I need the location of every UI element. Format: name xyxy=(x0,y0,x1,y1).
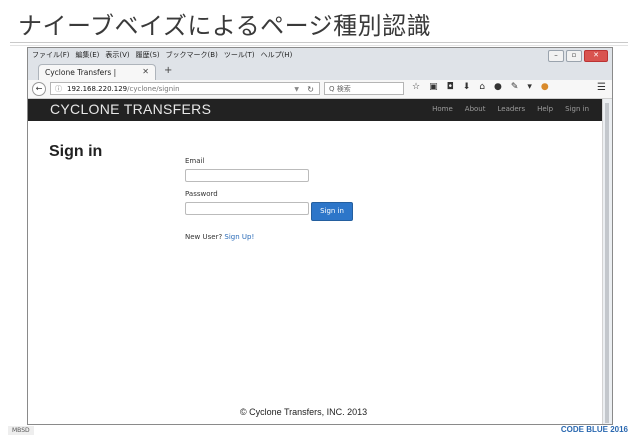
url-path: /cyclone/signin xyxy=(127,85,180,93)
star-icon[interactable]: ☆ xyxy=(412,82,420,92)
tab-strip: Cyclone Transfers | ✕ + xyxy=(28,62,612,80)
close-icon[interactable]: ✕ xyxy=(142,67,149,76)
menu-file[interactable]: ファイル(F) xyxy=(32,50,70,60)
navigation-toolbar: ← ⓘ 192.168.220.129/cyclone/signin ▼ ↻ Q… xyxy=(28,80,612,99)
menu-bar: ファイル(F) 編集(E) 表示(V) 履歴(S) ブックマーク(B) ツール(… xyxy=(28,48,612,62)
signup-link[interactable]: Sign Up! xyxy=(224,233,254,241)
menu-icon[interactable]: ☰ xyxy=(597,82,606,93)
nav-help[interactable]: Help xyxy=(537,105,553,113)
menu-help[interactable]: ヘルプ(H) xyxy=(261,50,293,60)
site-navbar: CYCLONE TRANSFERS Home About Leaders Hel… xyxy=(28,99,603,121)
addon-icon[interactable]: ● xyxy=(541,82,549,92)
nav-leaders[interactable]: Leaders xyxy=(498,105,526,113)
web-page: CYCLONE TRANSFERS Home About Leaders Hel… xyxy=(28,99,603,424)
chat-icon[interactable]: ● xyxy=(494,82,502,92)
close-window-button[interactable]: ✕ xyxy=(584,50,608,62)
title-divider-secondary xyxy=(10,45,628,46)
menu-tools[interactable]: ツール(T) xyxy=(224,50,255,60)
menu-history[interactable]: 履歴(S) xyxy=(136,50,160,60)
site-info-icon[interactable]: ⓘ xyxy=(55,83,62,96)
download-icon[interactable]: ⬇ xyxy=(463,82,471,92)
maximize-button[interactable]: ▫ xyxy=(566,50,582,62)
nav-about[interactable]: About xyxy=(465,105,486,113)
site-nav-links: Home About Leaders Help Sign in xyxy=(432,105,589,113)
menu-view[interactable]: 表示(V) xyxy=(105,50,129,60)
password-field[interactable] xyxy=(185,202,309,215)
reload-icon[interactable]: ↻ xyxy=(307,83,314,96)
new-user-text: New User? xyxy=(185,233,223,241)
scrollbar-thumb[interactable] xyxy=(605,103,609,423)
search-input[interactable]: Q 検索 xyxy=(324,82,404,95)
clipboard-icon[interactable]: ▣ xyxy=(429,82,438,92)
footer-badge-left: MBSD xyxy=(8,426,34,435)
page-footer: © Cyclone Transfers, INC. 2013 xyxy=(240,407,368,417)
url-host: 192.168.220.129 xyxy=(67,85,128,93)
home-icon[interactable]: ⌂ xyxy=(479,82,485,92)
email-label: Email xyxy=(185,157,205,165)
new-user-prompt: New User? Sign Up! xyxy=(185,233,254,241)
password-label: Password xyxy=(185,190,218,198)
new-tab-icon[interactable]: + xyxy=(164,65,172,76)
vertical-scrollbar[interactable] xyxy=(602,99,612,424)
tab-title: Cyclone Transfers | xyxy=(45,68,117,77)
toolbar-icons: ☆ ▣ ◘ ⬇ ⌂ ● ✎ ▾ ● xyxy=(412,82,549,92)
nav-signin[interactable]: Sign in xyxy=(565,105,589,113)
dropdown-icon[interactable]: ▾ xyxy=(527,82,532,92)
page-heading: Sign in xyxy=(49,143,103,160)
minimize-button[interactable]: – xyxy=(548,50,564,62)
url-dropdown-icon[interactable]: ▼ xyxy=(294,83,299,96)
slide-title: ナイーブベイズによるページ種別認識 xyxy=(18,12,432,40)
footer-badge-right: CODE BLUE 2016 xyxy=(560,425,628,434)
nav-home[interactable]: Home xyxy=(432,105,453,113)
url-bar[interactable]: ⓘ 192.168.220.129/cyclone/signin ▼ ↻ xyxy=(50,82,320,95)
tab-cyclone[interactable]: Cyclone Transfers | ✕ xyxy=(38,64,156,80)
email-field[interactable] xyxy=(185,169,309,182)
extension-icon[interactable]: ✎ xyxy=(511,82,519,92)
title-divider xyxy=(10,42,628,43)
pocket-icon[interactable]: ◘ xyxy=(447,82,454,92)
menu-bookmarks[interactable]: ブックマーク(B) xyxy=(166,50,218,60)
site-brand[interactable]: CYCLONE TRANSFERS xyxy=(50,101,211,117)
back-arrow-icon[interactable]: ← xyxy=(32,82,46,96)
signin-button[interactable]: Sign in xyxy=(311,202,353,221)
browser-window: ファイル(F) 編集(E) 表示(V) 履歴(S) ブックマーク(B) ツール(… xyxy=(27,47,613,425)
menu-edit[interactable]: 編集(E) xyxy=(76,50,100,60)
